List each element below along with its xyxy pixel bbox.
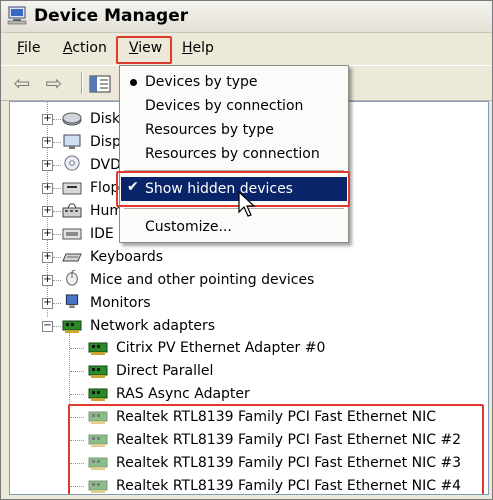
tree-branch bbox=[70, 394, 84, 395]
tree-item-direct-parallel[interactable]: Direct Parallel bbox=[10, 360, 480, 382]
human-interface-device-icon bbox=[62, 203, 82, 218]
radio-bullet-icon bbox=[130, 79, 137, 86]
menu-item-label: Devices by type bbox=[145, 74, 258, 90]
menu-item-label: Resources by type bbox=[145, 122, 274, 138]
expand-icon[interactable]: + bbox=[42, 206, 53, 217]
menu-item-label: Devices by connection bbox=[145, 98, 304, 114]
expand-icon[interactable]: + bbox=[42, 229, 53, 240]
tree-item-label: Direct Parallel bbox=[116, 363, 214, 379]
window-title: Device Manager bbox=[34, 6, 189, 26]
expand-icon[interactable]: + bbox=[42, 114, 53, 125]
menu-item-devices-by-connection[interactable]: Devices by connection bbox=[121, 94, 347, 118]
expand-icon[interactable]: + bbox=[42, 298, 53, 309]
network-adapter-icon bbox=[62, 320, 82, 333]
back-icon[interactable]: ⇦ bbox=[9, 72, 35, 94]
tree-branch bbox=[53, 257, 61, 258]
network-card-icon bbox=[88, 365, 108, 378]
tree-item-label: Disk bbox=[90, 111, 121, 127]
tree-branch bbox=[53, 280, 61, 281]
tree-item-citrix[interactable]: Citrix PV Ethernet Adapter #0 bbox=[10, 337, 480, 359]
tree-item-network-adapters[interactable]: − Network adapters bbox=[10, 315, 480, 337]
menu-separator bbox=[124, 208, 344, 210]
tree-branch bbox=[70, 348, 84, 349]
tree-item-label: Mice and other pointing devices bbox=[90, 272, 315, 288]
menu-help-key: H bbox=[182, 40, 193, 56]
disk-drive-icon bbox=[62, 112, 82, 126]
menu-help-rest: elp bbox=[192, 40, 214, 56]
mouse-pointer-icon bbox=[238, 191, 256, 217]
floppy-drive-icon bbox=[62, 182, 82, 195]
menu-action-key: A bbox=[63, 40, 73, 56]
menu-action-rest: ction bbox=[72, 40, 107, 56]
mouse-icon bbox=[66, 270, 78, 286]
tree-item-label: Disp bbox=[90, 134, 121, 150]
tree-item-label: Citrix PV Ethernet Adapter #0 bbox=[116, 340, 326, 356]
tree-branch bbox=[53, 303, 61, 304]
tree-item-label: Flop bbox=[90, 180, 120, 196]
tree-item-label: IDE bbox=[90, 226, 114, 242]
tree-item-monitors[interactable]: + Monitors bbox=[10, 292, 480, 314]
tree-item-label: RAS Async Adapter bbox=[116, 386, 250, 402]
show-hidden-highlight bbox=[116, 171, 350, 207]
tree-item-mice[interactable]: + Mice and other pointing devices bbox=[10, 269, 480, 291]
menu-help[interactable]: Help bbox=[180, 40, 216, 56]
dvd-drive-icon bbox=[64, 155, 80, 171]
tree-branch bbox=[53, 119, 61, 120]
menu-action[interactable]: Action bbox=[61, 40, 109, 56]
menu-file-key: F bbox=[17, 40, 25, 56]
show-hide-console-tree-icon[interactable] bbox=[89, 75, 111, 93]
menu-item-customize[interactable]: Customize... bbox=[121, 215, 347, 239]
keyboard-icon bbox=[62, 253, 82, 262]
menu-item-label: Resources by connection bbox=[145, 146, 320, 162]
menu-item-label: Customize... bbox=[145, 219, 232, 235]
network-card-icon bbox=[88, 342, 108, 355]
tree-item-ras-async[interactable]: RAS Async Adapter bbox=[10, 383, 480, 405]
tree-item-label: Monitors bbox=[90, 295, 151, 311]
computer-icon bbox=[7, 6, 27, 25]
tree-branch bbox=[53, 234, 61, 235]
menu-file-rest: ile bbox=[24, 40, 41, 56]
tree-branch bbox=[53, 211, 61, 212]
toolbar-separator bbox=[81, 72, 83, 94]
expand-icon[interactable]: + bbox=[42, 183, 53, 194]
menu-bar: File Action View Help bbox=[1, 33, 492, 64]
tree-item-keyboards[interactable]: + Keyboards bbox=[10, 246, 480, 268]
view-menu-dropdown: Devices by type Devices by connection Re… bbox=[119, 65, 349, 243]
menu-item-resources-by-connection[interactable]: Resources by connection bbox=[121, 142, 347, 166]
monitor-icon bbox=[65, 294, 79, 309]
tree-branch bbox=[53, 165, 61, 166]
expand-icon[interactable]: + bbox=[42, 160, 53, 171]
tree-branch bbox=[53, 326, 61, 327]
tree-branch bbox=[53, 188, 61, 189]
expand-icon[interactable]: + bbox=[42, 252, 53, 263]
tree-branch bbox=[70, 371, 84, 372]
expand-icon[interactable]: + bbox=[42, 275, 53, 286]
tree-branch bbox=[53, 142, 61, 143]
menu-item-resources-by-type[interactable]: Resources by type bbox=[121, 118, 347, 142]
hidden-devices-highlight bbox=[68, 404, 484, 494]
menu-item-devices-by-type[interactable]: Devices by type bbox=[121, 70, 347, 94]
network-card-icon bbox=[88, 388, 108, 401]
title-bar: Device Manager bbox=[1, 1, 492, 33]
expand-icon[interactable]: + bbox=[42, 137, 53, 148]
ide-controller-icon bbox=[62, 228, 82, 240]
display-adapter-icon bbox=[63, 134, 81, 149]
forward-icon[interactable]: ⇨ bbox=[41, 72, 67, 94]
menu-file[interactable]: File bbox=[15, 40, 42, 56]
tree-item-label: Keyboards bbox=[90, 249, 164, 265]
view-menu-highlight bbox=[116, 36, 172, 64]
tree-item-label: Network adapters bbox=[90, 318, 215, 334]
device-manager-window: Device Manager File Action View Help ⇦ ⇨… bbox=[0, 0, 493, 500]
collapse-icon[interactable]: − bbox=[42, 321, 53, 332]
